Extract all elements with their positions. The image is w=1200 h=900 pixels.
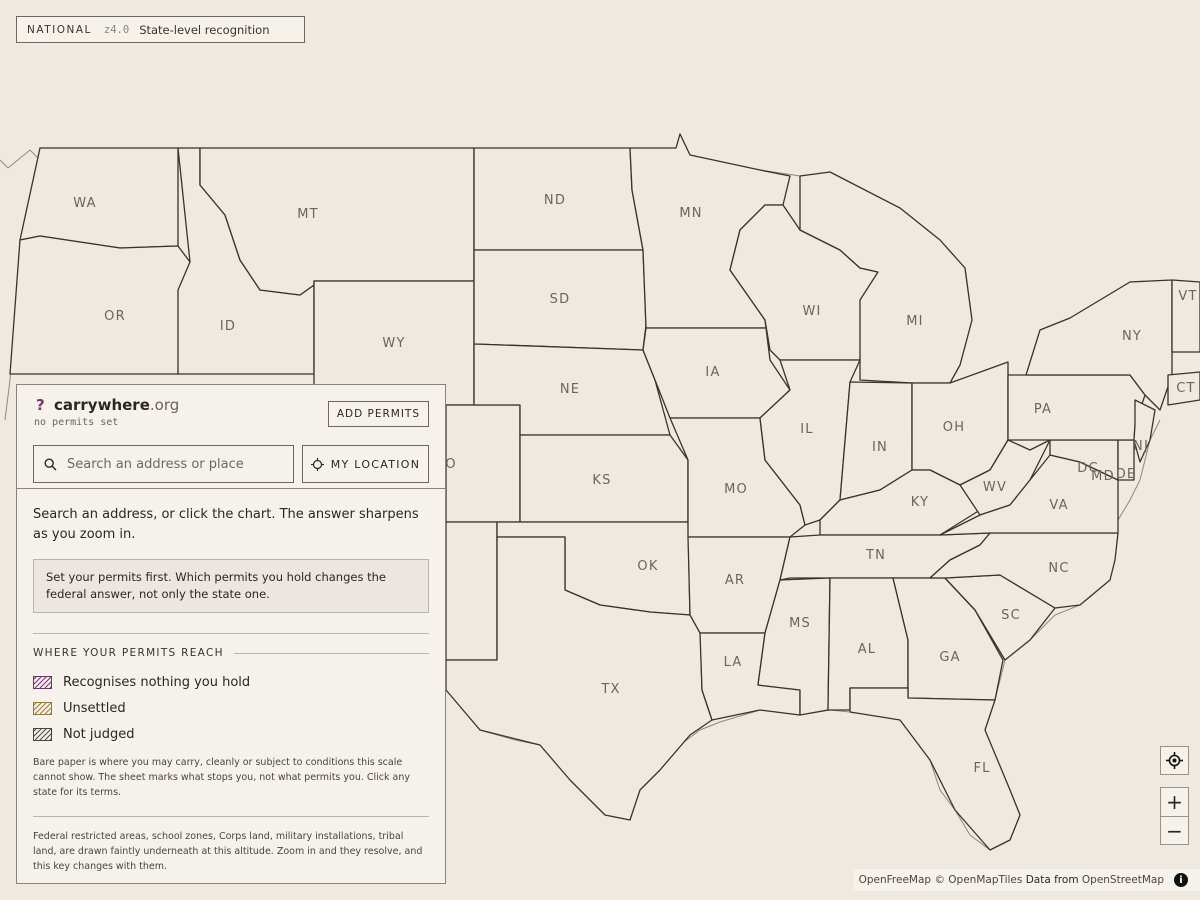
- state-label-mt: MT: [297, 207, 319, 222]
- zoom-scope: NATIONAL: [27, 23, 92, 36]
- state-label-nc: NC: [1048, 561, 1069, 576]
- state-label-ia: IA: [705, 365, 720, 380]
- state-label-ga: GA: [939, 650, 960, 665]
- data-from-text: Data from: [1025, 874, 1079, 886]
- federal-note: Federal restricted areas, school zones, …: [33, 831, 423, 872]
- brand-mark: ?: [36, 396, 45, 414]
- legend-label: Not judged: [63, 726, 135, 742]
- panel-body: Search an address, or click the chart. T…: [17, 489, 445, 888]
- state-fl[interactable]: [849, 687, 1021, 851]
- state-or[interactable]: [9, 235, 191, 375]
- legend-heading: WHERE YOUR PERMITS REACH: [33, 647, 429, 659]
- panel-header: ? carrywhere .org no permits set ADD PER…: [17, 385, 445, 489]
- state-label-wv: WV: [983, 480, 1007, 495]
- state-co[interactable]: [445, 404, 521, 523]
- state-label-de: DE: [1116, 467, 1137, 482]
- state-label-sd: SD: [550, 292, 571, 307]
- state-nm[interactable]: [445, 521, 498, 661]
- legend-item-none: Recognises nothing you hold: [33, 669, 429, 695]
- state-label-pa: PA: [1034, 402, 1052, 417]
- search-box[interactable]: [33, 445, 294, 483]
- divider: [33, 816, 429, 817]
- state-label-wi: WI: [802, 304, 821, 319]
- legend-heading-text: WHERE YOUR PERMITS REACH: [33, 647, 224, 659]
- state-label-al: AL: [858, 642, 877, 657]
- state-label-wy: WY: [382, 336, 405, 351]
- legend-note: Bare paper is where you may carry, clean…: [33, 757, 410, 798]
- state-label-or: OR: [104, 309, 126, 324]
- state-label-la: LA: [724, 655, 743, 670]
- divider: [33, 633, 429, 634]
- brand-name: carrywhere: [54, 396, 150, 414]
- state-label-nj: NJ: [1133, 439, 1149, 454]
- legend-label: Recognises nothing you hold: [63, 674, 251, 690]
- heading-rule: [233, 652, 429, 654]
- state-label-mo: MO: [724, 482, 748, 497]
- state-label-mi: MI: [906, 314, 923, 329]
- openstreetmap-link[interactable]: OpenStreetMap: [1082, 874, 1164, 886]
- my-location-label: MY LOCATION: [330, 457, 421, 471]
- state-label-mn: MN: [679, 206, 702, 221]
- state-label-ny: NY: [1122, 329, 1142, 344]
- state-label-sc: SC: [1001, 608, 1021, 623]
- state-label-oh: OH: [943, 420, 965, 435]
- hatch-swatch-gray-icon: [33, 727, 52, 741]
- state-pa[interactable]: [1007, 374, 1146, 441]
- search-input[interactable]: [65, 455, 279, 473]
- state-label-dc: DC: [1077, 461, 1099, 476]
- state-label-tx: TX: [600, 682, 620, 697]
- copyright-mark: ©: [934, 874, 945, 886]
- permits-notice: Set your permits first. Which permits yo…: [33, 559, 429, 613]
- legend: Recognises nothing you hold Unsettled No…: [33, 669, 429, 747]
- legend-label: Unsettled: [63, 700, 126, 716]
- openmaptiles-link[interactable]: OpenMapTiles: [948, 874, 1022, 886]
- zoom-level-tag: NATIONAL z4.0 State-level recognition: [16, 16, 305, 43]
- add-permits-button[interactable]: ADD PERMITS: [327, 401, 429, 427]
- state-label-tn: TN: [865, 548, 886, 563]
- state-label-ne: NE: [560, 382, 580, 397]
- search-row: MY LOCATION: [33, 445, 429, 483]
- crosshair-icon: [310, 457, 324, 471]
- zoom-description: State-level recognition: [139, 22, 270, 37]
- attribution: OpenFreeMap © OpenMapTiles Data from Ope…: [852, 869, 1200, 891]
- intro-text: Search an address, or click the chart. T…: [33, 507, 419, 542]
- locate-icon: [1166, 752, 1183, 769]
- locate-button[interactable]: [1160, 746, 1189, 775]
- zoom-level: z4.0: [103, 23, 130, 36]
- state-label-wa: WA: [73, 196, 96, 211]
- legend-item-unsettled: Unsettled: [33, 695, 429, 721]
- state-label-il: IL: [800, 422, 813, 437]
- state-label-nd: ND: [544, 193, 566, 208]
- brand-tld: .org: [149, 396, 180, 414]
- my-location-button[interactable]: MY LOCATION: [302, 445, 429, 483]
- state-label-ks: KS: [592, 473, 611, 488]
- state-label-ct: CT: [1176, 381, 1195, 396]
- state-label-ky: KY: [911, 495, 929, 510]
- openfreemap-link[interactable]: OpenFreeMap: [859, 874, 932, 886]
- state-wa[interactable]: [19, 147, 179, 249]
- state-label-ar: AR: [725, 573, 745, 588]
- legend-item-not-judged: Not judged: [33, 721, 429, 747]
- state-label-fl: FL: [973, 761, 990, 776]
- hatch-swatch-amber-icon: [33, 701, 52, 715]
- state-label-va: VA: [1049, 498, 1068, 513]
- search-icon: [44, 457, 57, 470]
- state-label-vt: VT: [1178, 289, 1197, 304]
- hatch-swatch-purple-icon: [33, 675, 52, 689]
- state-label-in: IN: [872, 440, 888, 455]
- state-label-ok: OK: [637, 559, 658, 574]
- info-icon[interactable]: i: [1174, 873, 1188, 887]
- zoom-out-button[interactable]: −: [1160, 816, 1189, 845]
- side-panel: ? carrywhere .org no permits set ADD PER…: [16, 384, 446, 884]
- zoom-in-button[interactable]: +: [1160, 787, 1189, 816]
- state-label-ms: MS: [789, 616, 811, 631]
- state-label-id: ID: [220, 319, 236, 334]
